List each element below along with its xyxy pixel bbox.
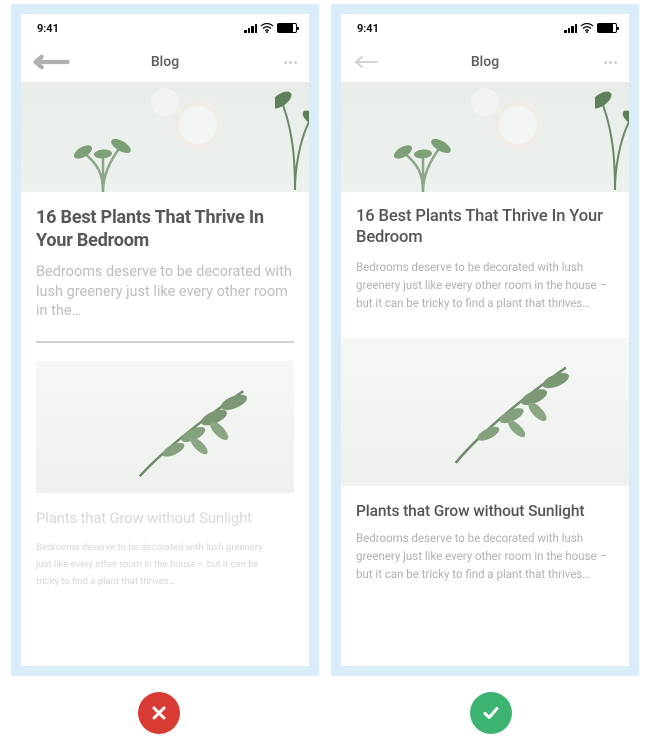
article-image-2[interactable] [36, 361, 294, 493]
back-button[interactable] [353, 55, 391, 69]
article-excerpt: Bedrooms deserve to be decorated with lu… [36, 539, 266, 590]
article-hero-image[interactable] [21, 82, 309, 192]
article-card-2[interactable]: Plants that Grow without Sunlight Bedroo… [21, 493, 309, 602]
phone-screen-good: 9:41 Blog 16 Best [341, 14, 629, 666]
divider [36, 341, 294, 344]
status-time: 9:41 [357, 22, 379, 35]
nav-bar: Blog [341, 42, 629, 82]
status-indicators [564, 23, 617, 33]
article-card-1[interactable]: 16 Best Plants That Thrive In Your Bedro… [341, 192, 629, 324]
battery-icon [277, 23, 297, 33]
verdict-badges [0, 692, 650, 734]
battery-icon [597, 23, 617, 33]
nav-bar: Blog [21, 42, 309, 82]
wifi-icon [580, 23, 594, 33]
article-excerpt: Bedrooms deserve to be decorated with lu… [356, 530, 614, 583]
status-indicators [244, 23, 297, 33]
signal-icon [244, 24, 257, 33]
article-excerpt: Bedrooms deserve to be decorated with lu… [36, 262, 294, 321]
more-button[interactable] [579, 61, 617, 64]
bad-example-frame: 9:41 Blog 16 Best [11, 4, 319, 676]
article-title: 16 Best Plants That Thrive In Your Bedro… [36, 206, 294, 252]
signal-icon [564, 24, 577, 33]
article-title: Plants that Grow without Sunlight [36, 509, 294, 527]
article-title: 16 Best Plants That Thrive In Your Bedro… [356, 206, 614, 249]
article-excerpt: Bedrooms deserve to be decorated with lu… [356, 259, 614, 312]
page-title: Blog [71, 54, 259, 70]
wifi-icon [260, 23, 274, 33]
phone-screen-bad: 9:41 Blog 16 Best [21, 14, 309, 666]
good-example-frame: 9:41 Blog 16 Best [331, 4, 639, 676]
back-button[interactable] [33, 54, 71, 70]
more-button[interactable] [259, 61, 297, 64]
article-title: Plants that Grow without Sunlight [356, 502, 614, 520]
correct-badge [470, 692, 512, 734]
page-title: Blog [391, 54, 579, 70]
article-hero-image[interactable] [341, 82, 629, 192]
status-bar: 9:41 [341, 14, 629, 38]
status-time: 9:41 [37, 22, 59, 35]
article-image-2[interactable] [341, 338, 629, 486]
article-card-1[interactable]: 16 Best Plants That Thrive In Your Bedro… [21, 192, 309, 333]
article-card-2[interactable]: Plants that Grow without Sunlight Bedroo… [341, 486, 629, 595]
incorrect-badge [138, 692, 180, 734]
status-bar: 9:41 [21, 14, 309, 38]
